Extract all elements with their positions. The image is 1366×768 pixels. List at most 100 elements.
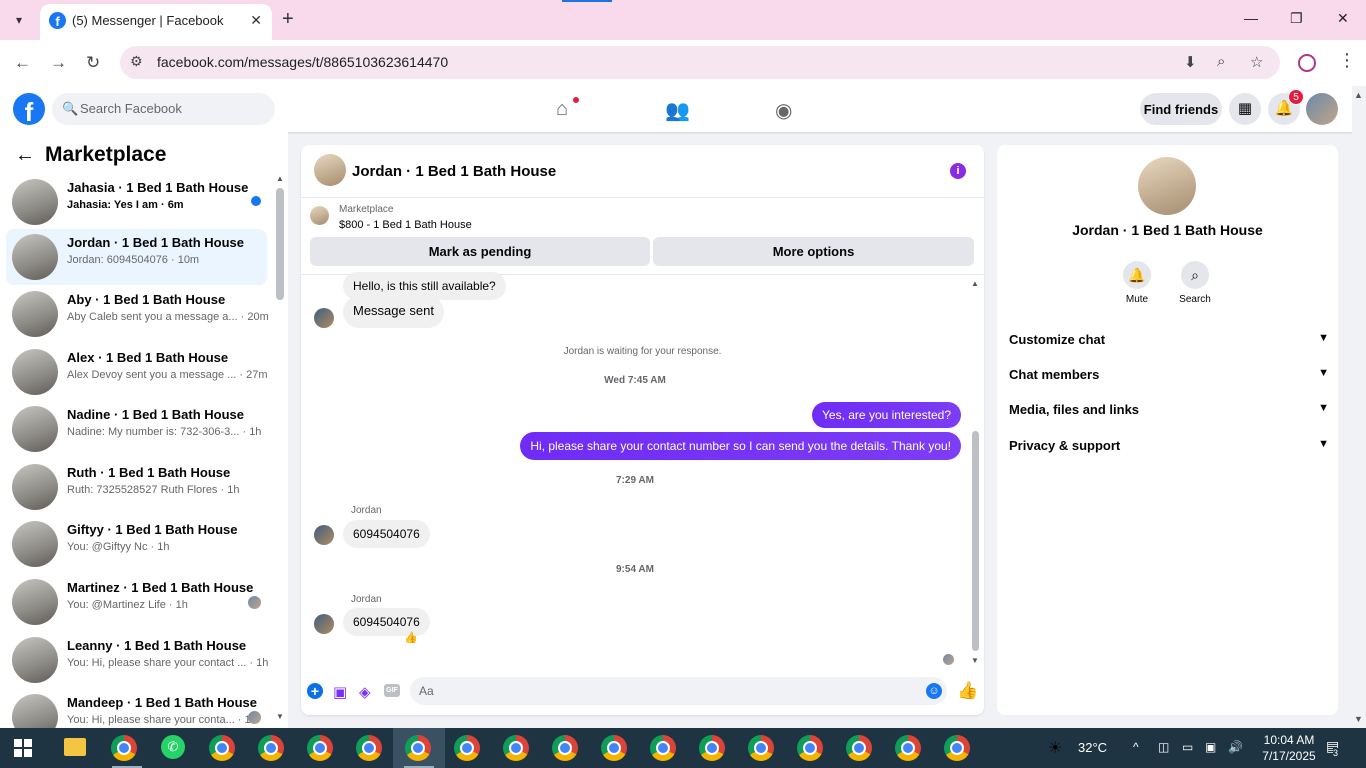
list-scrollbar-thumb[interactable] — [276, 188, 284, 300]
clock[interactable]: 10:04 AM 7/17/2025 — [1254, 732, 1324, 764]
chrome-profile-icon[interactable] — [454, 735, 480, 761]
chat-members-section[interactable]: Chat members ▼ — [1009, 367, 1329, 389]
back-icon[interactable]: ← — [14, 53, 31, 73]
thread-scroll-down-icon[interactable]: ▼ — [971, 656, 979, 665]
browser-menu-icon[interactable]: ⋮ — [1338, 50, 1356, 71]
sticker-icon[interactable]: ◈ — [359, 683, 371, 701]
chrome-profile-icon[interactable] — [503, 735, 529, 761]
gif-icon[interactable]: GIF — [384, 684, 400, 697]
friends-icon[interactable]: 👥 — [665, 98, 690, 123]
conversation-item[interactable]: Leanny · 1 Bed 1 Bath House You: Hi, ple… — [6, 632, 268, 688]
more-actions-plus-icon[interactable]: + — [307, 683, 323, 699]
list-scroll-down-icon[interactable]: ▼ — [276, 712, 284, 721]
incoming-message[interactable]: 6094504076 — [343, 520, 430, 548]
back-arrow-icon[interactable]: ← — [15, 144, 35, 167]
emoji-icon[interactable]: ☺ — [926, 683, 942, 699]
omnibox[interactable]: ⚙ facebook.com/messages/t/88651036236144… — [120, 46, 1280, 79]
page-scroll-up-icon[interactable]: ▲ — [1354, 90, 1363, 100]
conversation-item[interactable]: Giftyy · 1 Bed 1 Bath House You: @Giftyy… — [6, 516, 267, 572]
media-files-links-section[interactable]: Media, files and links ▼ — [1009, 402, 1329, 424]
profile-avatar[interactable] — [1138, 157, 1196, 215]
install-app-icon[interactable]: ⬇ — [1184, 53, 1197, 71]
facebook-search-box[interactable]: 🔍 Search Facebook — [52, 93, 275, 125]
file-explorer-icon[interactable] — [64, 738, 86, 756]
chrome-profile-icon[interactable] — [895, 735, 921, 761]
mute-button[interactable]: 🔔 Mute — [1107, 261, 1167, 305]
chrome-profile-icon[interactable] — [405, 735, 431, 761]
find-friends-button[interactable]: Find friends — [1140, 93, 1222, 125]
conversation-item[interactable]: Mandeep · 1 Bed 1 Bath House You: Hi, pl… — [6, 689, 267, 728]
groups-icon[interactable]: ◉ — [775, 98, 792, 123]
attach-image-icon[interactable]: ▣ — [333, 683, 347, 701]
temperature[interactable]: 32°C — [1078, 740, 1107, 755]
windows-start-icon[interactable] — [14, 739, 32, 757]
chrome-profile-icon[interactable] — [258, 735, 284, 761]
conversation-item[interactable]: Alex · 1 Bed 1 Bath House Alex Devoy sen… — [6, 344, 268, 400]
forward-icon[interactable]: → — [50, 53, 67, 73]
page-scroll-down-icon[interactable]: ▼ — [1354, 714, 1363, 724]
chrome-profile-icon[interactable] — [944, 735, 970, 761]
browser-tab[interactable]: f (5) Messenger | Facebook ✕ — [40, 4, 272, 40]
browser-profile-icon[interactable] — [1298, 54, 1316, 72]
close-tab-icon[interactable]: ✕ — [250, 12, 262, 29]
chrome-profile-icon[interactable] — [307, 735, 333, 761]
url-text[interactable]: facebook.com/messages/t/8865103623614470 — [157, 54, 448, 70]
minimize-icon[interactable]: — — [1244, 10, 1258, 26]
conversation-item[interactable]: Ruth · 1 Bed 1 Bath House Ruth: 73255285… — [6, 459, 267, 515]
restore-icon[interactable]: ❐ — [1290, 10, 1303, 27]
weather-icon[interactable]: ☀ — [1048, 738, 1072, 758]
whatsapp-icon[interactable]: ✆ — [161, 735, 185, 759]
privacy-support-section[interactable]: Privacy & support ▼ — [1009, 438, 1329, 460]
chrome-profile-icon[interactable] — [209, 735, 235, 761]
message-input[interactable] — [410, 677, 947, 705]
chrome-profile-icon[interactable] — [601, 735, 627, 761]
home-icon[interactable]: ⌂ — [556, 98, 568, 121]
page-scrollbar[interactable]: ▲ ▼ — [1352, 86, 1366, 728]
outgoing-message[interactable]: Hi, please share your contact number so … — [520, 432, 961, 460]
volume-icon[interactable]: 🔊 — [1228, 740, 1243, 754]
customize-chat-section[interactable]: Customize chat ▼ — [1009, 332, 1329, 354]
thumbs-up-reaction-icon[interactable]: 👍 — [404, 631, 418, 644]
chrome-profile-icon[interactable] — [650, 735, 676, 761]
listing-thumbnail[interactable] — [310, 206, 329, 225]
chrome-profile-icon[interactable] — [356, 735, 382, 761]
battery-icon[interactable]: ▭ — [1182, 740, 1193, 754]
chrome-profile-icon[interactable] — [748, 735, 774, 761]
list-scroll-up-icon[interactable]: ▲ — [276, 174, 284, 183]
chrome-profile-icon[interactable] — [797, 735, 823, 761]
thumbs-up-send-icon[interactable]: 👍 — [957, 681, 978, 701]
bookmark-star-icon[interactable]: ☆ — [1250, 53, 1263, 71]
more-options-button[interactable]: More options — [653, 237, 974, 266]
outgoing-message[interactable]: Yes, are you interested? — [812, 402, 961, 428]
conversation-item-active[interactable]: Jordan · 1 Bed 1 Bath House Jordan: 6094… — [6, 229, 267, 285]
site-info-icon[interactable]: ⚙ — [130, 53, 143, 70]
tab-search-icon[interactable]: ▾ — [6, 8, 32, 32]
facebook-logo-icon[interactable]: f — [13, 93, 45, 125]
mark-as-pending-button[interactable]: Mark as pending — [310, 237, 650, 266]
chat-avatar[interactable] — [314, 154, 346, 186]
thread-scroll-up-icon[interactable]: ▲ — [971, 279, 979, 288]
menu-grid-icon[interactable]: ▦ — [1229, 93, 1261, 125]
conversation-item[interactable]: Jahasia · 1 Bed 1 Bath House Jahasia: Ye… — [6, 174, 267, 230]
chrome-profile-icon[interactable] — [699, 735, 725, 761]
account-avatar[interactable] — [1306, 93, 1338, 125]
listing-price[interactable]: $800 - 1 Bed 1 Bath House — [339, 219, 472, 231]
chat-title[interactable]: Jordan · 1 Bed 1 Bath House — [352, 163, 556, 180]
conversation-item[interactable]: Martinez · 1 Bed 1 Bath House You: @Mart… — [6, 574, 267, 630]
close-window-icon[interactable]: ✕ — [1337, 10, 1349, 27]
thread-scrollbar-thumb[interactable] — [972, 431, 979, 651]
show-hidden-icons-icon[interactable]: ^ — [1133, 740, 1139, 754]
chrome-profile-icon[interactable] — [552, 735, 578, 761]
network-icon[interactable]: ▣ — [1205, 740, 1216, 754]
conversation-item[interactable]: Nadine · 1 Bed 1 Bath House Nadine: My n… — [6, 401, 267, 457]
conversation-item[interactable]: Aby · 1 Bed 1 Bath House Aby Caleb sent … — [6, 286, 269, 342]
search-in-conversation-button[interactable]: ⌕ Search — [1165, 261, 1225, 305]
info-icon[interactable]: i — [950, 163, 966, 179]
incoming-message[interactable]: Message sent — [343, 296, 444, 328]
new-tab-icon[interactable]: + — [282, 8, 294, 31]
chrome-icon[interactable] — [111, 735, 137, 761]
chrome-profile-icon[interactable] — [846, 735, 872, 761]
meet-now-icon[interactable]: ◫ — [1158, 740, 1169, 754]
zoom-icon[interactable]: ⌕ — [1217, 53, 1225, 70]
reload-icon[interactable]: ↻ — [86, 53, 100, 73]
